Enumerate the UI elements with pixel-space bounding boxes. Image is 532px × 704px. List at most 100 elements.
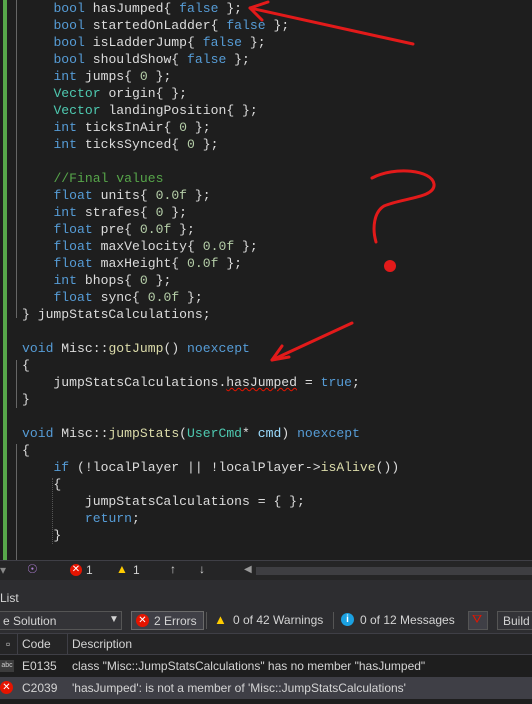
- column-header-code[interactable]: Code: [22, 637, 51, 651]
- code-token: bool: [53, 18, 85, 33]
- warnings-filter-button[interactable]: ▲ 0 of 42 Warnings: [212, 611, 330, 630]
- code-line: bool startedOnLadder{ false };: [22, 17, 289, 34]
- code-token: maxVelocity{: [92, 239, 203, 254]
- filter-button[interactable]: ⛛: [468, 611, 488, 630]
- error-count[interactable]: 1: [86, 563, 93, 577]
- code-token: hasJumped{: [84, 1, 180, 16]
- code-token: false: [202, 35, 243, 50]
- code-line: return;: [22, 510, 140, 527]
- code-token: shouldShow{: [84, 52, 188, 67]
- code-token: ticksInAir{: [77, 120, 180, 135]
- code-token: jumps{: [77, 69, 140, 84]
- chevron-down-icon: ▼: [109, 614, 119, 625]
- error-list-toolbar: e Solution ▼ ✕ 2 Errors ▲ 0 of 42 Warnin…: [0, 608, 532, 633]
- code-token: true: [320, 375, 353, 390]
- code-token: int: [53, 137, 78, 152]
- code-line: {: [22, 476, 61, 493]
- scope-dropdown-value: e Solution: [3, 614, 57, 628]
- code-token: };: [194, 137, 219, 152]
- code-token: Vector: [53, 103, 101, 118]
- error-row-selected[interactable]: ✕ C2039 'hasJumped': is not a member of …: [0, 677, 532, 699]
- code-token: 0.0f: [139, 222, 172, 237]
- dropdown-arrow-icon[interactable]: ▾: [0, 563, 6, 577]
- code-token: noexcept: [297, 426, 360, 441]
- code-line: Vector landingPosition{ };: [22, 102, 258, 119]
- code-line: if (!localPlayer || !localPlayer->isAliv…: [22, 459, 399, 476]
- error-squiggle-token: hasJumped: [226, 375, 298, 390]
- fold-line: [16, 444, 17, 560]
- code-token: 0.0f: [147, 290, 180, 305]
- question-mark-curve: [370, 169, 436, 244]
- code-token: Vector: [53, 86, 101, 101]
- code-token: };: [234, 239, 258, 254]
- code-token: strafes{: [77, 205, 156, 220]
- error-list-title-bar: List: [0, 588, 532, 608]
- code-line: float maxVelocity{ 0.0f };: [22, 238, 258, 255]
- errors-filter-label: 2 Errors: [154, 614, 197, 628]
- code-line: {: [22, 442, 30, 459]
- code-token: float: [53, 239, 93, 254]
- error-description: class "Misc::JumpStatsCalculations" has …: [72, 659, 426, 673]
- sort-icon[interactable]: ▫: [6, 637, 10, 651]
- code-line: Vector origin{ };: [22, 85, 187, 102]
- code-token: isLadderJump{: [84, 35, 203, 50]
- question-mark-dot: [384, 260, 396, 272]
- code-token: {: [22, 477, 62, 492]
- code-token: 0.0f: [187, 256, 219, 271]
- code-token: =: [297, 375, 321, 390]
- error-row[interactable]: abc E0135 class "Misc::JumpStatsCalculat…: [0, 655, 532, 677]
- code-token: };: [147, 273, 172, 288]
- code-token: UserCmd: [187, 426, 243, 441]
- messages-filter-button[interactable]: i 0 of 12 Messages: [339, 611, 459, 630]
- code-token: ticksSynced{: [77, 137, 188, 152]
- code-token: Misc::: [53, 341, 109, 356]
- code-token: };: [218, 1, 243, 16]
- code-token: };: [147, 69, 172, 84]
- code-line: float maxHeight{ 0.0f };: [22, 255, 242, 272]
- info-icon: i: [341, 613, 354, 626]
- errors-filter-button[interactable]: ✕ 2 Errors: [131, 611, 204, 630]
- warning-count[interactable]: 1: [133, 563, 140, 577]
- code-token: };: [187, 120, 211, 135]
- fold-line: [16, 360, 17, 408]
- code-token: int: [53, 69, 78, 84]
- next-issue-arrow-icon[interactable]: ↓: [199, 562, 205, 576]
- horizontal-scrollbar[interactable]: [256, 567, 532, 575]
- code-token: isAlive: [320, 460, 376, 475]
- code-token: landingPosition{ };: [100, 103, 258, 118]
- filter-funnel-icon: ⛛: [472, 612, 483, 626]
- error-icon: ✕: [70, 564, 82, 576]
- build-dropdown[interactable]: Build: [497, 611, 532, 630]
- intellicode-icon[interactable]: ☉: [27, 562, 38, 576]
- scope-dropdown[interactable]: e Solution ▼: [0, 611, 122, 630]
- column-header-description[interactable]: Description: [72, 637, 132, 651]
- code-token: float: [53, 256, 93, 271]
- code-token: float: [53, 222, 93, 237]
- code-token: jumpStatsCalculations.: [22, 375, 227, 390]
- code-token: void: [22, 341, 54, 356]
- change-tracking-bar: [3, 0, 7, 560]
- code-line: } jumpStatsCalculations;: [22, 306, 211, 323]
- previous-issue-arrow-icon[interactable]: ↑: [170, 562, 176, 576]
- intellisense-abc-icon: abc: [0, 660, 14, 672]
- code-token: int: [53, 273, 78, 288]
- code-line: jumpStatsCalculations.hasJumped = true;: [22, 374, 359, 391]
- code-token: units{: [92, 188, 156, 203]
- code-editor[interactable]: bool hasJumped{ false }; bool startedOnL…: [0, 0, 532, 560]
- arrowhead-middle: [270, 344, 291, 362]
- column-divider: [67, 634, 68, 654]
- code-token: } jumpStatsCalculations;: [22, 307, 211, 322]
- code-token: bool: [53, 35, 85, 50]
- scroll-left-icon[interactable]: ◀: [244, 564, 252, 575]
- messages-filter-label: 0 of 12 Messages: [360, 613, 455, 627]
- code-token: jumpStats: [108, 426, 180, 441]
